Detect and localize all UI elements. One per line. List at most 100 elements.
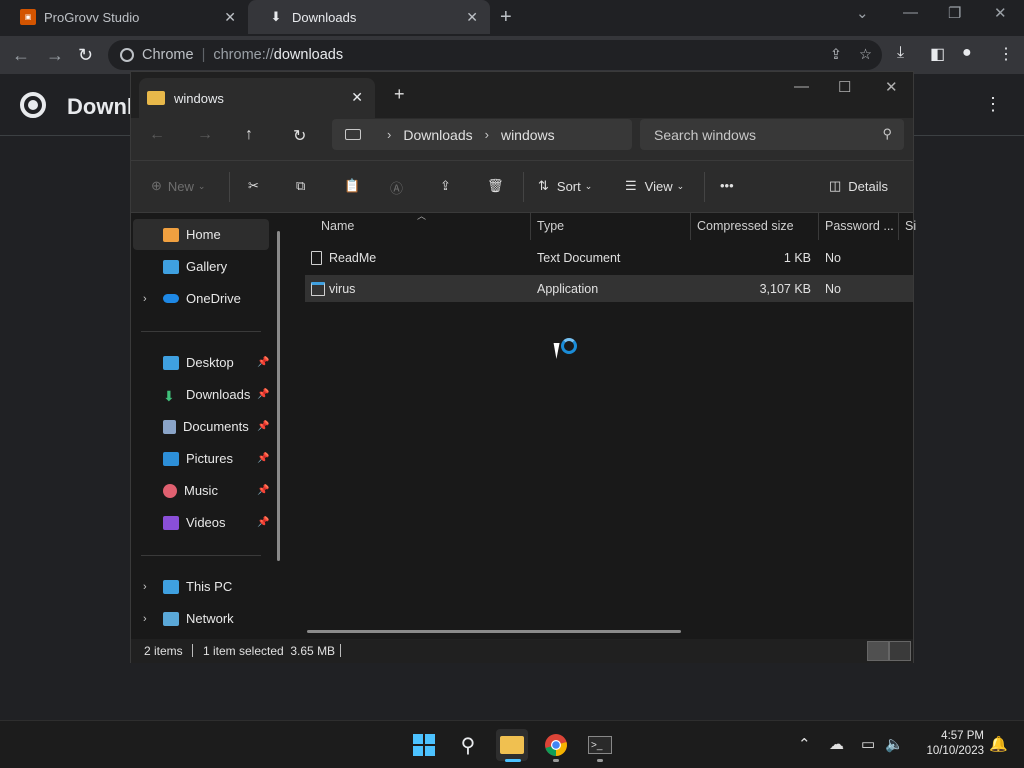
breadcrumb-downloads[interactable]: Downloads (403, 127, 472, 143)
close-icon[interactable]: ✕ (224, 9, 236, 26)
nav-item-pictures[interactable]: Pictures 📌 (133, 443, 269, 474)
paste-icon[interactable]: 📋 (344, 178, 360, 194)
chevron-right-icon[interactable]: › (485, 127, 489, 142)
side-panel-icon[interactable]: ◧ (930, 44, 945, 64)
nav-item-home[interactable]: Home (133, 219, 269, 250)
details-view-icon[interactable] (867, 641, 889, 661)
more-options-icon[interactable]: ••• (720, 178, 734, 193)
column-divider[interactable] (530, 213, 531, 240)
forward-button[interactable]: → (46, 45, 64, 66)
profile-icon[interactable]: ● (962, 44, 972, 62)
start-button[interactable] (408, 729, 440, 761)
close-icon[interactable]: ✕ (466, 9, 478, 26)
cut-icon[interactable]: ✂ (248, 178, 259, 194)
column-divider[interactable] (898, 213, 899, 240)
new-tab-button[interactable]: + (500, 6, 512, 29)
terminal-taskbar-icon[interactable]: >_ (584, 729, 616, 761)
sort-button[interactable]: ⇅ Sort ⌄ (538, 178, 592, 194)
search-icon[interactable]: ⚲ (452, 729, 484, 761)
notification-bell-icon[interactable]: 🔔 (989, 735, 1008, 753)
share-icon[interactable]: ⇪ (830, 47, 842, 63)
clock-time: 4:57 PM (941, 730, 984, 742)
new-button[interactable]: ⊕ New ⌄ (151, 178, 205, 194)
nav-item-downloads[interactable]: ⬇ Downloads 📌 (133, 379, 269, 410)
column-compressed-size[interactable]: Compressed size (697, 219, 794, 233)
column-headers: Name Type Compressed size Password ... S… (289, 213, 916, 240)
file-explorer-taskbar-icon[interactable] (496, 729, 528, 761)
back-button[interactable]: ← (149, 126, 165, 144)
minimize-button[interactable]: — (903, 4, 918, 21)
nav-item-gallery[interactable]: Gallery (133, 251, 269, 282)
column-divider[interactable] (818, 213, 819, 240)
maximize-button[interactable]: ☐ (838, 78, 851, 96)
column-name[interactable]: Name (321, 219, 354, 233)
delete-icon[interactable]: 🗑 (487, 178, 504, 194)
chevron-right-icon[interactable]: › (387, 127, 391, 142)
share-icon[interactable]: ⇪ (440, 178, 451, 194)
column-divider[interactable] (690, 213, 691, 240)
nav-scrollbar[interactable] (277, 231, 280, 561)
chrome-taskbar-icon[interactable] (540, 729, 572, 761)
nav-item-network[interactable]: › Network (133, 603, 269, 634)
up-button[interactable]: ↑ (245, 126, 253, 144)
explorer-new-tab-button[interactable]: + (394, 84, 405, 105)
breadcrumb-windows[interactable]: windows (501, 127, 555, 143)
chevron-right-icon[interactable]: › (143, 613, 147, 625)
bookmark-star-icon[interactable]: ☆ (859, 47, 872, 63)
close-icon[interactable]: ✕ (351, 89, 363, 106)
network-tray-icon[interactable]: ▭ (861, 735, 875, 753)
view-icon: ☰ (625, 178, 637, 193)
chevron-up-icon[interactable]: ⌃ (798, 735, 811, 753)
reload-button[interactable]: ↻ (78, 45, 93, 66)
restore-button[interactable]: ❐ (948, 4, 961, 22)
running-indicator (597, 759, 603, 762)
volume-tray-icon[interactable]: 🔈 (885, 735, 904, 753)
breadcrumb[interactable]: › Downloads › windows (332, 119, 632, 150)
nav-label: This PC (186, 579, 233, 594)
close-window-button[interactable]: ✕ (885, 78, 898, 96)
system-clock[interactable]: 4:57 PM 10/10/2023 (914, 729, 984, 759)
horizontal-scrollbar[interactable] (307, 630, 681, 633)
tab-downloads[interactable]: ⬇ Downloads ✕ (248, 0, 490, 34)
clock-date: 10/10/2023 (926, 745, 984, 757)
nav-item-desktop[interactable]: Desktop 📌 (133, 347, 269, 378)
selection-info: 1 item selected 3.65 MB (203, 644, 336, 658)
details-button[interactable]: ◫ Details (829, 178, 888, 194)
column-type[interactable]: Type (537, 219, 564, 233)
close-window-button[interactable]: ✕ (994, 4, 1007, 22)
site-info-icon[interactable] (120, 48, 134, 62)
forward-button[interactable]: → (197, 126, 213, 144)
view-button[interactable]: ☰ View ⌄ (625, 178, 684, 194)
minimize-button[interactable]: — (794, 78, 809, 95)
nav-item-music[interactable]: Music 📌 (133, 475, 269, 506)
column-password[interactable]: Password ... (825, 219, 894, 233)
mouse-cursor-icon (553, 343, 569, 359)
file-row-readme[interactable]: ReadMe Text Document 1 KB No (305, 244, 913, 271)
menu-icon[interactable]: ⋮ (998, 44, 1014, 64)
onedrive-tray-icon[interactable]: ☁ (829, 735, 844, 753)
chevron-right-icon[interactable]: › (143, 581, 147, 593)
download-icon: ⬇ (270, 9, 282, 24)
file-row-virus[interactable]: virus Application 3,107 KB No (305, 275, 913, 302)
tiles-view-icon[interactable] (889, 641, 911, 661)
home-icon (163, 227, 179, 242)
nav-label: Gallery (186, 259, 228, 274)
nav-item-this-pc[interactable]: › This PC (133, 571, 269, 602)
omnibox-divider: | (201, 47, 206, 63)
chevron-right-icon[interactable]: › (143, 293, 147, 305)
nav-item-videos[interactable]: Videos 📌 (133, 507, 269, 538)
page-menu-icon[interactable]: ⋮ (984, 94, 1002, 115)
column-size[interactable]: Si (905, 219, 916, 233)
tab-search-icon[interactable]: ⌄ (856, 4, 869, 22)
address-bar[interactable]: Chrome | chrome:// downloads ⇪ ☆ (108, 40, 882, 70)
back-button[interactable]: ← (12, 45, 30, 66)
nav-item-onedrive[interactable]: › OneDrive (133, 283, 269, 314)
copy-icon[interactable]: ⧉ (296, 178, 305, 194)
explorer-tab-windows[interactable]: windows ✕ (139, 78, 375, 118)
refresh-button[interactable]: ↻ (293, 126, 306, 146)
tab-progrovv-studio[interactable]: ▣ ProGrovv Studio ✕ (0, 0, 248, 34)
downloads-icon[interactable]: ⤓ (897, 44, 904, 62)
rename-icon[interactable]: Ⓐ (390, 178, 403, 197)
search-input[interactable]: Search windows ⚲ (640, 119, 904, 150)
nav-item-documents[interactable]: Documents 📌 (133, 411, 269, 442)
